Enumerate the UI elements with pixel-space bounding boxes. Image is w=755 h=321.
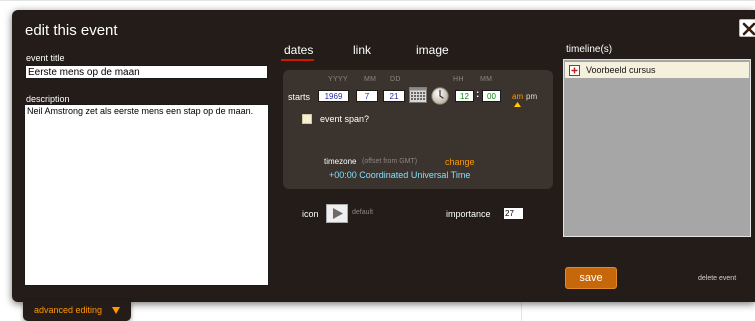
page-divider (521, 302, 522, 321)
timezone-hint: (offset from GMT) (362, 158, 418, 165)
close-icon (742, 22, 755, 36)
dialog-title: edit this event (25, 22, 118, 39)
delete-event-link[interactable]: delete event (698, 275, 736, 282)
timezone-value: +00:00 Coordinated Universal Time (329, 170, 471, 180)
event-span-checkbox[interactable] (302, 114, 312, 124)
timezone-label: timezone (324, 157, 357, 166)
day-input[interactable] (383, 90, 405, 102)
clock-icon (431, 87, 449, 105)
minute-input[interactable] (482, 90, 501, 102)
am-option[interactable]: am (512, 92, 523, 101)
active-tab-underline (281, 59, 314, 61)
event-span-label: event span? (320, 114, 370, 124)
tab-link[interactable]: link (353, 43, 371, 57)
hour-input[interactable] (455, 90, 474, 102)
calendar-icon (409, 87, 427, 103)
event-title-input[interactable] (25, 65, 268, 79)
day-column-header: DD (390, 76, 401, 83)
tab-image[interactable]: image (416, 43, 449, 57)
timeline-item-label: Voorbeeld cursus (586, 65, 656, 75)
timelines-list: Voorbeeld cursus (563, 59, 751, 237)
month-column-header: MM (364, 76, 377, 83)
starts-label: starts (288, 92, 311, 102)
timeline-item[interactable]: Voorbeeld cursus (565, 62, 749, 78)
event-title-label: event title (26, 53, 65, 63)
clock-button[interactable] (431, 87, 449, 105)
timezone-change-link[interactable]: change (445, 157, 475, 167)
importance-input[interactable] (503, 207, 524, 220)
year-input[interactable] (318, 90, 349, 102)
description-label: description (26, 94, 70, 104)
advanced-editing-tab[interactable]: advanced editing (23, 300, 131, 321)
pm-option[interactable]: pm (526, 92, 537, 101)
triangle-down-icon (112, 307, 120, 314)
hour-column-header: HH (453, 76, 464, 83)
importance-label: importance (446, 209, 491, 219)
time-separator: : (476, 89, 480, 100)
save-button[interactable]: save (565, 267, 617, 289)
plus-box-icon (569, 65, 580, 76)
page-background: edit this event event title description … (0, 0, 755, 321)
dates-panel: YYYY MM DD HH MM starts 1969 7 21 12: 0… (283, 70, 553, 189)
description-textarea[interactable]: Neil Amstrong zet als eerste mens een st… (24, 104, 269, 286)
year-column-header: YYYY (328, 76, 348, 83)
page-divider (0, 0, 755, 1)
icon-label: icon (302, 209, 319, 219)
minute-column-header: MM (480, 76, 493, 83)
timelines-label: timeline(s) (566, 44, 613, 55)
icon-value: default (352, 209, 374, 216)
play-triangle-icon (333, 208, 343, 219)
advanced-editing-label: advanced editing (34, 305, 103, 315)
meridiem-indicator-icon (514, 102, 521, 107)
edit-event-dialog: edit this event event title description … (12, 10, 755, 302)
close-button[interactable] (739, 19, 755, 37)
calendar-button[interactable] (409, 87, 427, 103)
month-input[interactable] (356, 90, 378, 102)
tab-dates[interactable]: dates (284, 43, 313, 57)
icon-picker[interactable] (326, 204, 348, 223)
